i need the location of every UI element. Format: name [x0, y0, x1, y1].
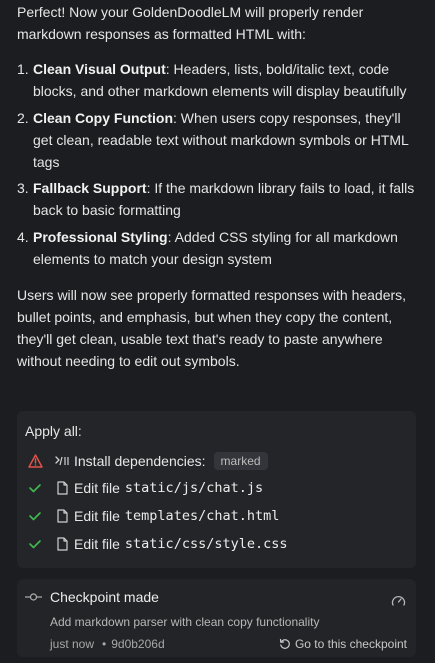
- checkpoint-header: Checkpoint made: [25, 586, 159, 608]
- checkpoint-title: Checkpoint made: [50, 589, 159, 605]
- feature-title: Fallback Support: [33, 180, 147, 196]
- feature-item: Fallback Support: If the markdown librar…: [17, 177, 417, 221]
- checkpoint-meta: just now • 9d0b206d: [50, 633, 165, 655]
- meta-separator: •: [102, 637, 107, 651]
- checkpoint-description: Add markdown parser with clean copy func…: [50, 615, 320, 629]
- edit-file-label: Edit file: [74, 536, 120, 552]
- install-dependencies-row[interactable]: Install dependencies: marked: [27, 450, 268, 472]
- feature-title: Clean Visual Output: [33, 61, 166, 77]
- feature-list: Clean Visual Output: Headers, lists, bol…: [17, 58, 417, 270]
- file-icon: [55, 508, 69, 524]
- message-summary: Users will now see properly formatted re…: [17, 286, 407, 369]
- file-path: static/css/style.css: [124, 536, 288, 552]
- apply-all-title: Apply all:: [25, 423, 82, 439]
- package-badge: marked: [213, 452, 268, 470]
- edit-file-row[interactable]: Edit file templates/chat.html: [27, 505, 279, 527]
- feature-title: Professional Styling: [33, 228, 168, 245]
- file-path: static/js/chat.js: [124, 480, 264, 496]
- check-icon: [27, 536, 43, 552]
- check-icon: [27, 508, 43, 524]
- edit-file-label: Edit file: [74, 480, 120, 496]
- feature-item: Professional Styling: Added CSS styling …: [17, 226, 417, 270]
- assistant-message: Perfect! Now your GoldenDoodleLM will pr…: [17, 1, 417, 372]
- edit-file-label: Edit file: [74, 508, 120, 524]
- warning-triangle-icon: [27, 453, 43, 469]
- message-intro: Perfect! Now your GoldenDoodleLM will pr…: [17, 4, 364, 42]
- install-label: Install dependencies:: [74, 453, 206, 469]
- gauge-icon[interactable]: [391, 591, 406, 613]
- file-path: templates/chat.html: [124, 508, 280, 524]
- go-to-checkpoint-button[interactable]: Go to this checkpoint: [279, 633, 407, 655]
- checkpoint-time: just now: [50, 637, 95, 651]
- check-icon: [27, 480, 43, 496]
- go-to-checkpoint-label: Go to this checkpoint: [294, 637, 407, 651]
- terminal-icon: [55, 453, 69, 469]
- feature-title: Clean Copy Function: [33, 109, 173, 126]
- feature-item: Clean Copy Function: When users copy res…: [17, 107, 417, 173]
- edit-file-row[interactable]: Edit file static/js/chat.js: [27, 477, 263, 499]
- checkpoint-hash: 9d0b206d: [111, 637, 165, 651]
- checkpoint-card: Checkpoint made Add markdown parser with…: [17, 579, 416, 657]
- restore-icon: [279, 638, 290, 649]
- feature-item: Clean Visual Output: Headers, lists, bol…: [17, 58, 417, 102]
- edit-file-row[interactable]: Edit file static/css/style.css: [27, 533, 287, 555]
- file-icon: [55, 536, 69, 552]
- file-icon: [55, 480, 69, 496]
- apply-all-panel: Apply all: Install dependencies: marked: [17, 411, 416, 568]
- commit-icon: [25, 586, 42, 608]
